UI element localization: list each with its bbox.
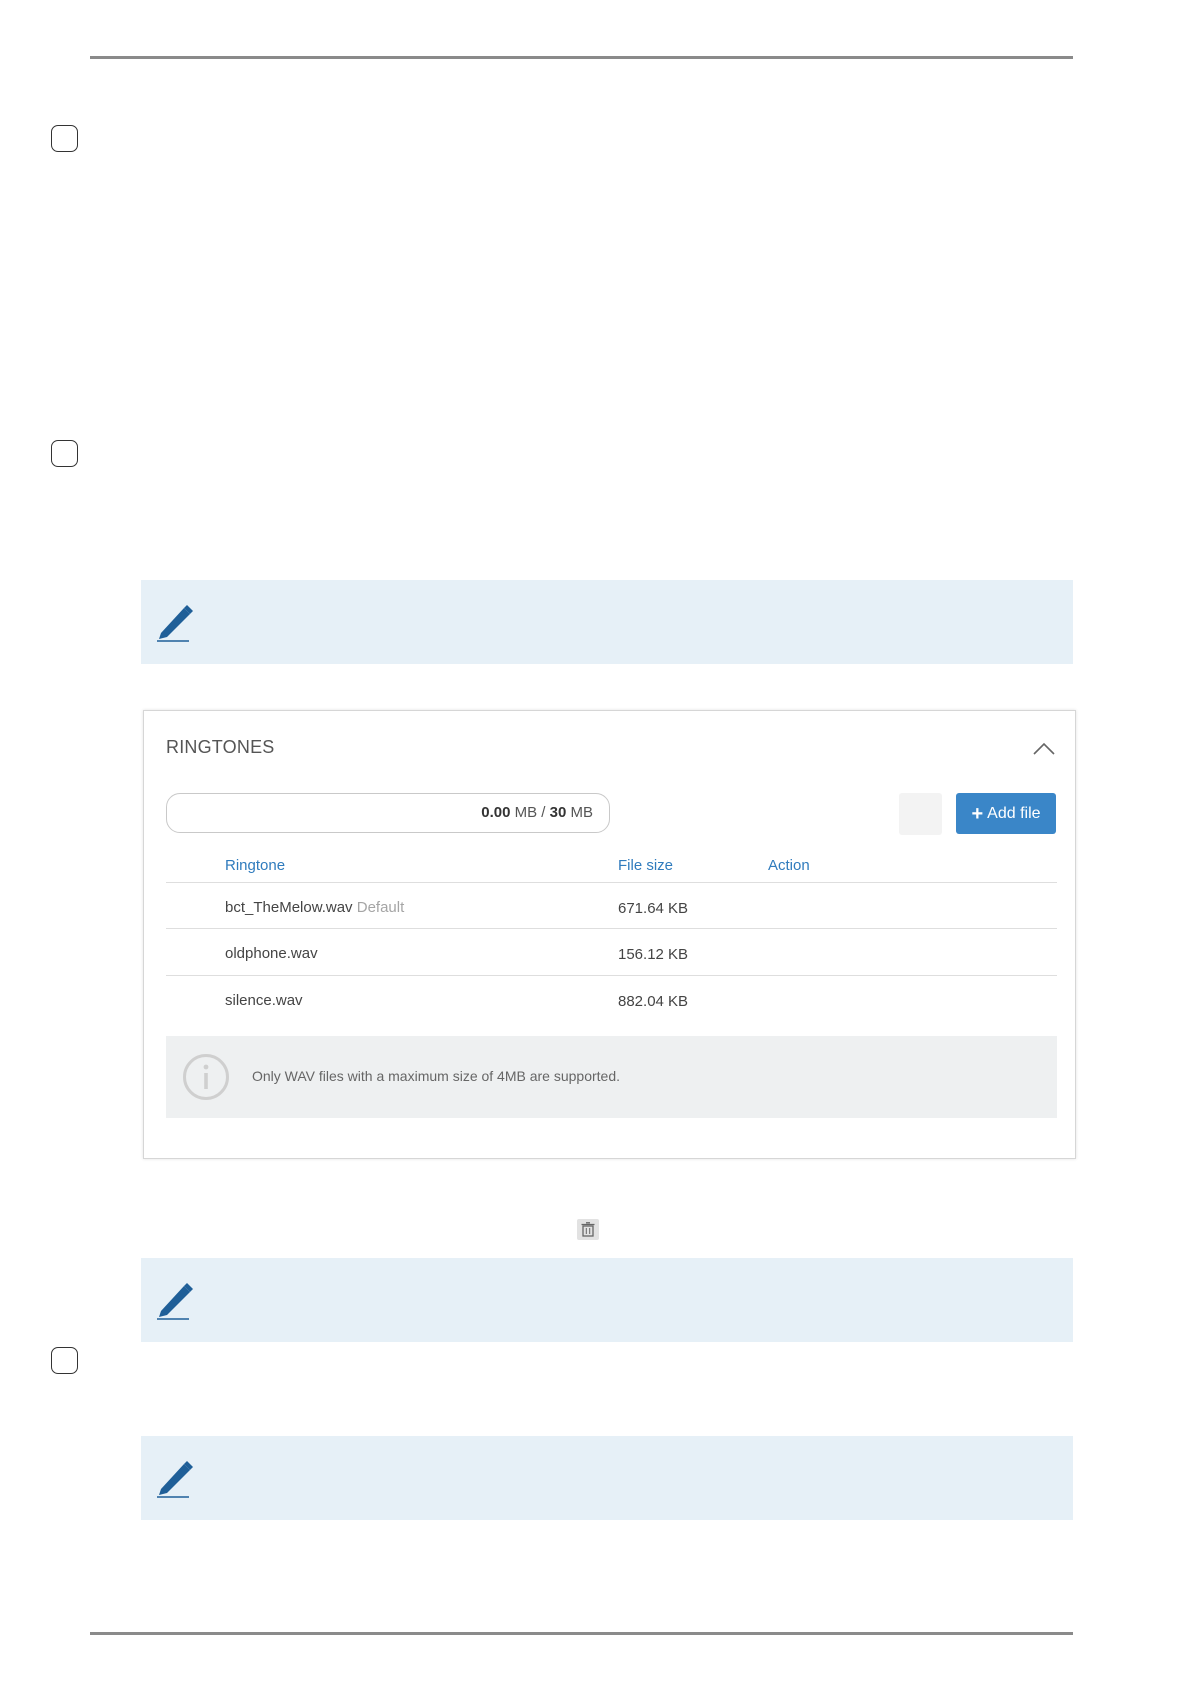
pen-icon: [157, 605, 193, 642]
info-icon: [183, 1054, 229, 1100]
footer-rule: [90, 1632, 1073, 1635]
step-checkbox: [51, 1347, 78, 1374]
info-text: Only WAV files with a maximum size of 4M…: [252, 1068, 621, 1084]
trash-icon: [577, 1219, 599, 1240]
pen-icon: [157, 1283, 193, 1320]
disabled-action-button[interactable]: [899, 793, 942, 835]
pen-icon: [157, 1461, 193, 1498]
ringtone-name: oldphone.wav: [225, 945, 318, 962]
ringtone-name: bct_TheMelow.wav Default: [225, 899, 405, 916]
note-box: [141, 1258, 1073, 1342]
note-box: [141, 580, 1073, 664]
row-divider: [166, 975, 1057, 976]
step-checkbox: [51, 440, 78, 467]
panel-title: RINGTONES: [166, 737, 275, 757]
row-divider: [166, 928, 1057, 929]
header-rule: [90, 56, 1073, 59]
step-checkbox: [51, 125, 78, 152]
column-header-ringtone[interactable]: Ringtone: [225, 857, 285, 874]
storage-used: 0.00: [481, 804, 511, 821]
ringtone-size: 671.64 KB: [618, 900, 689, 917]
add-file-button[interactable]: + Add file: [956, 793, 1056, 834]
storage-usage-bar: 0.00 MB / 30 MB: [166, 793, 610, 833]
storage-total: 30: [549, 804, 567, 821]
ringtone-size: 882.04 KB: [618, 993, 689, 1010]
note-box: [141, 1436, 1073, 1520]
column-header-file-size[interactable]: File size: [618, 857, 673, 874]
header-divider: [166, 882, 1057, 883]
default-badge: Default: [356, 899, 405, 916]
info-box: Only WAV files with a maximum size of 4M…: [166, 1036, 1057, 1118]
ringtones-panel: RINGTONES 0.00 MB / 30 MB + Add file Rin…: [143, 710, 1076, 1159]
chevron-up-icon[interactable]: [1033, 741, 1055, 755]
plus-icon: +: [971, 802, 984, 825]
ringtone-name: silence.wav: [225, 992, 303, 1009]
ringtone-size: 156.12 KB: [618, 946, 689, 963]
column-header-action: Action: [768, 857, 810, 874]
